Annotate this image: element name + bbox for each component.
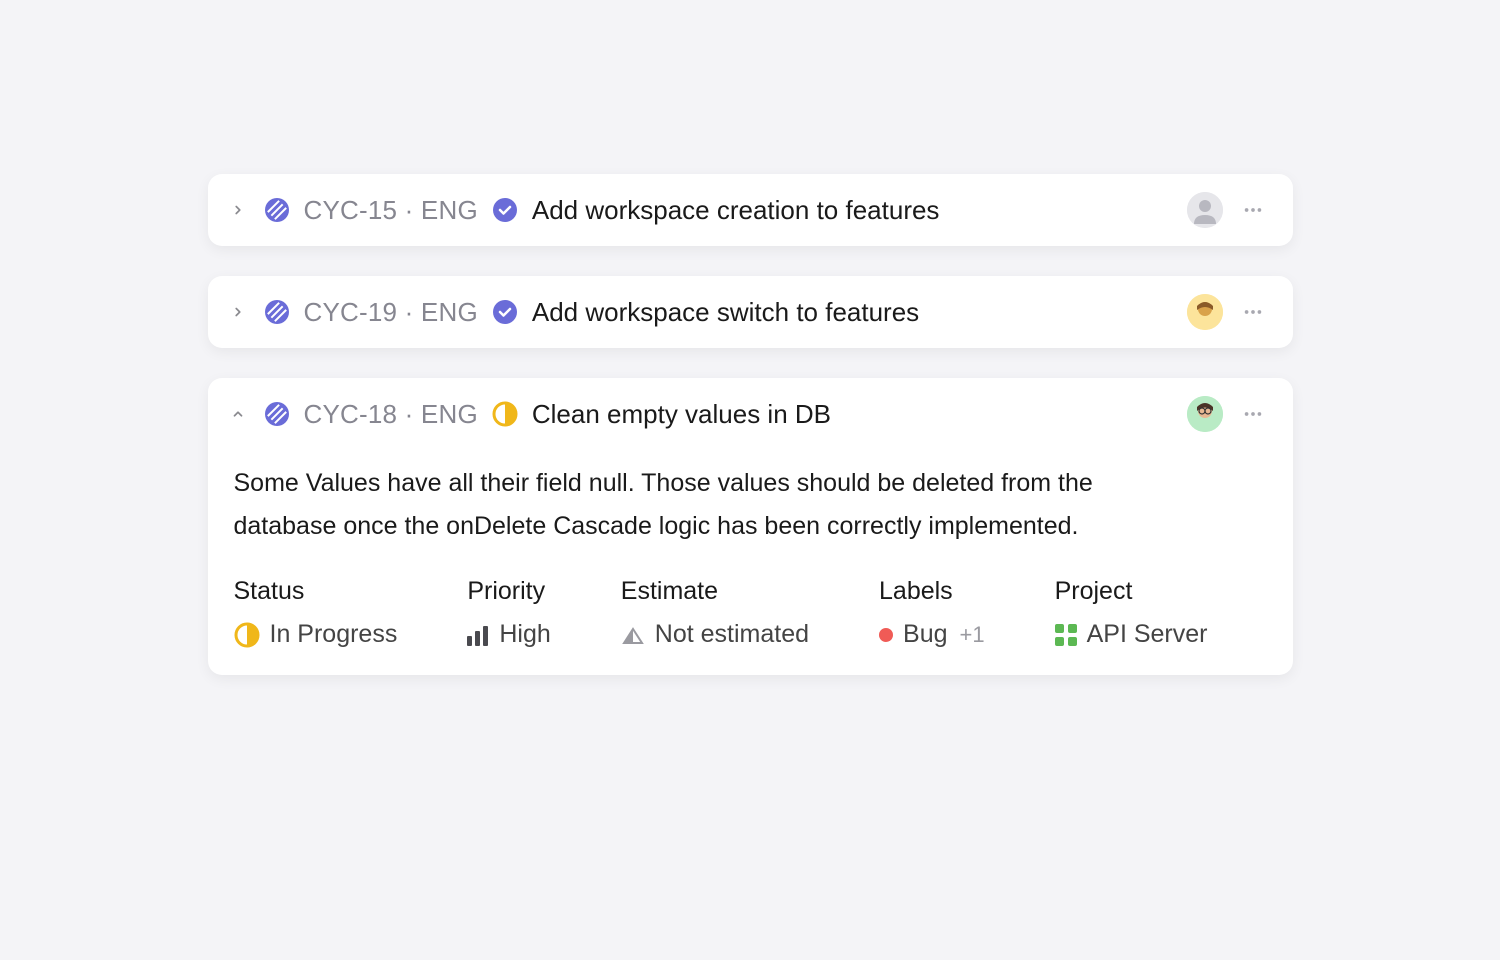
avatar[interactable] — [1187, 192, 1223, 228]
chevron-right-icon[interactable] — [226, 300, 250, 324]
issue-id-team: CYC-18 · ENG — [304, 399, 478, 430]
field-label: Status — [234, 577, 398, 606]
issue-header: CYC-18 · ENG Clean empty values in DB — [226, 396, 1267, 432]
project-icon — [264, 401, 290, 427]
field-value: API Server — [1055, 620, 1208, 649]
field-value: Bug +1 — [879, 620, 985, 649]
avatar[interactable] — [1187, 294, 1223, 330]
status-done-icon — [492, 299, 518, 325]
issue-title: Clean empty values in DB — [532, 399, 1173, 430]
issue-description: Some Values have all their field null. T… — [226, 432, 1186, 547]
chevron-up-icon[interactable] — [226, 402, 250, 426]
status-done-icon — [492, 197, 518, 223]
priority-field[interactable]: Priority High — [467, 577, 550, 649]
more-icon[interactable] — [1239, 199, 1267, 221]
status-field[interactable]: Status In Progress — [234, 577, 398, 649]
field-label: Project — [1055, 577, 1208, 606]
issue-fields: Status In Progress Priority High Estimat… — [226, 547, 1267, 649]
estimate-field[interactable]: Estimate Not estimated — [621, 577, 809, 649]
field-value: Not estimated — [621, 620, 809, 649]
field-value: In Progress — [234, 620, 398, 649]
field-label: Estimate — [621, 577, 809, 606]
label-dot-icon — [879, 628, 893, 642]
project-field[interactable]: Project API Server — [1055, 577, 1208, 649]
field-label: Labels — [879, 577, 985, 606]
field-value: High — [467, 620, 550, 649]
labels-extra-count: +1 — [960, 622, 985, 648]
priority-high-icon — [467, 624, 489, 646]
issue-id-team: CYC-15 · ENG — [304, 195, 478, 226]
more-icon[interactable] — [1239, 403, 1267, 425]
field-label: Priority — [467, 577, 550, 606]
project-icon — [264, 299, 290, 325]
project-grid-icon — [1055, 624, 1077, 646]
status-in-progress-icon — [492, 401, 518, 427]
issue-title: Add workspace switch to features — [532, 297, 1173, 328]
issue-title: Add workspace creation to features — [532, 195, 1173, 226]
avatar[interactable] — [1187, 396, 1223, 432]
more-icon[interactable] — [1239, 301, 1267, 323]
issue-id-team: CYC-19 · ENG — [304, 297, 478, 328]
labels-field[interactable]: Labels Bug +1 — [879, 577, 985, 649]
issue-card-expanded[interactable]: CYC-18 · ENG Clean empty values in DB So… — [208, 378, 1293, 675]
project-icon — [264, 197, 290, 223]
issue-card[interactable]: CYC-15 · ENG Add workspace creation to f… — [208, 174, 1293, 246]
estimate-icon — [621, 623, 645, 647]
chevron-right-icon[interactable] — [226, 198, 250, 222]
status-in-progress-icon — [234, 622, 260, 648]
issue-card[interactable]: CYC-19 · ENG Add workspace switch to fea… — [208, 276, 1293, 348]
